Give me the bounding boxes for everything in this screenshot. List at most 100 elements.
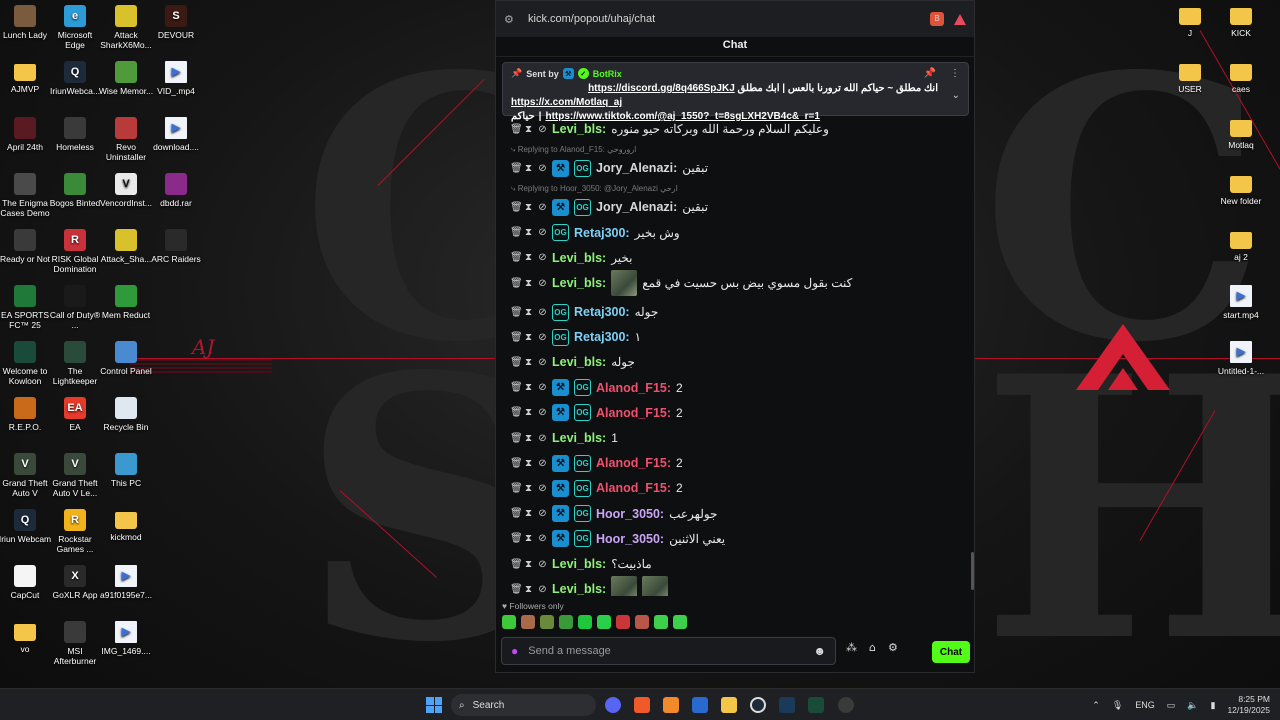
emote-quick[interactable] [673,615,687,629]
desktop-icon[interactable]: e Microsoft Edge [47,5,103,50]
outlook-icon[interactable] [692,697,708,713]
username[interactable]: Retaj300: [574,226,630,240]
desktop-icon[interactable]: Lunch Lady [0,5,53,40]
desktop-icon[interactable]: aj 2 [1213,229,1269,262]
unpin-icon[interactable]: 📌 [924,68,936,79]
emote-quick[interactable] [597,615,611,629]
delete-icon[interactable]: 🗑 [510,559,523,570]
chevron-down-icon[interactable]: ⌄ [952,90,960,101]
desktop-icon[interactable]: ▶ IMG_1469.... [98,621,154,656]
emoji-icon[interactable]: ☻ [813,644,826,658]
timeout-icon[interactable]: ⧗ [524,508,533,519]
desktop-icon[interactable]: ▶ download.... [148,117,204,152]
username[interactable]: Alanod_F15: [596,456,671,470]
desktop-icon[interactable]: Call of Duty® ... [47,285,103,330]
ban-icon[interactable]: ⊘ [538,382,547,393]
ban-icon[interactable]: ⊘ [538,227,547,238]
language-indicator[interactable]: ENG [1135,700,1155,710]
desktop-icon[interactable]: R Rockstar Games ... [47,509,103,554]
delete-icon[interactable]: 🗑 [510,584,523,595]
iriun-icon[interactable] [750,697,766,713]
discord-link[interactable]: https://discord.gg/8q466SpJKJ [588,83,735,94]
microphone-icon[interactable]: 🎙 [1112,700,1123,711]
desktop-icon[interactable]: Q Iriun Webcam [0,509,53,544]
chat-message[interactable]: 🗑 ⧗ ⊘ ⚒ OG Alanod_F15: 2 [510,452,683,474]
desktop-icon[interactable]: V VencordInst... [98,173,154,208]
ban-icon[interactable]: ⊘ [538,202,547,213]
windows-start-icon[interactable] [426,697,442,713]
chevron-up-icon[interactable]: ⌃ [1092,700,1100,711]
kicks-icon[interactable]: ⁂ [846,641,857,654]
desktop-icon[interactable]: R RISK Global Domination [47,229,103,274]
delete-icon[interactable]: 🗑 [510,202,523,213]
timeout-icon[interactable]: ⧗ [524,332,533,343]
desktop-icon[interactable]: dbdd.rar [148,173,204,208]
desktop-icon[interactable]: New folder [1213,173,1269,206]
network-icon[interactable]: ▭ [1167,700,1176,711]
desktop-icon[interactable]: Revo Uninstaller [98,117,154,162]
brave-rewards-icon[interactable] [954,13,966,25]
chat-message[interactable]: 🗑 ⧗ ⊘ ⚒ OG Jory_Alenazi: تبقين [510,196,708,218]
goxlr-icon[interactable] [808,697,824,713]
username[interactable]: Alanod_F15: [596,406,671,420]
username[interactable]: Hoor_3050: [596,532,664,546]
timeout-icon[interactable]: ⧗ [524,584,533,595]
ban-icon[interactable]: ⊘ [538,483,547,494]
desktop-icon[interactable]: ▶ a91f0195e7... [98,565,154,600]
site-settings-icon[interactable]: ⚙ [504,13,518,26]
chat-message[interactable]: 🗑 ⧗ ⊘ Levi_bls: 1 [510,427,618,449]
ban-icon[interactable]: ⊘ [538,252,547,263]
battery-icon[interactable]: ▮ [1211,700,1216,711]
ban-icon[interactable]: ⊘ [538,332,547,343]
ban-icon[interactable]: ⊘ [538,433,547,444]
timeout-icon[interactable]: ⧗ [524,357,533,368]
delete-icon[interactable]: 🗑 [510,227,523,238]
delete-icon[interactable]: 🗑 [510,407,523,418]
desktop-icon[interactable]: V Grand Theft Auto V Le... [47,453,103,498]
send-chat-button[interactable]: Chat [932,641,970,663]
chat-message[interactable]: 🗑 ⧗ ⊘ OG Retaj300: ١ [510,326,641,348]
desktop-icon[interactable]: vo [0,621,53,654]
desktop-icon[interactable]: Attack SharkX6Mo... [98,5,154,50]
desktop-icon[interactable]: This PC [98,453,154,488]
desktop-icon[interactable]: Q IriunWebca... [47,61,103,96]
chat-message[interactable]: 🗑 ⧗ ⊘ Levi_bls: جوله [510,351,635,373]
desktop-icon[interactable]: Motlaq [1213,117,1269,150]
delete-icon[interactable]: 🗑 [510,163,523,174]
username[interactable]: Levi_bls: [552,251,606,265]
settings-gear-icon[interactable]: ⚙ [888,641,898,654]
chat-message[interactable]: 🗑 ⧗ ⊘ ⚒ OG Hoor_3050: يعني الاثنين [510,528,725,550]
emote-quick[interactable] [559,615,573,629]
timeout-icon[interactable]: ⧗ [524,483,533,494]
timeout-icon[interactable]: ⧗ [524,163,533,174]
username[interactable]: Levi_bls: [552,582,606,596]
desktop-icon[interactable]: V Grand Theft Auto V [0,453,53,498]
timeout-icon[interactable]: ⧗ [524,458,533,469]
delete-icon[interactable]: 🗑 [510,483,523,494]
chat-message[interactable]: 🗑 ⧗ ⊘ OG Retaj300: جوله [510,301,658,323]
desktop-icon[interactable]: ▶ start.mp4 [1213,285,1269,320]
desktop-icon[interactable]: April 24th [0,117,53,152]
desktop-icon[interactable]: MSI Afterburner [47,621,103,666]
ban-icon[interactable]: ⊘ [538,533,547,544]
chat-message[interactable]: 🗑 ⧗ ⊘ ⚒ OG Alanod_F15: 2 [510,477,683,499]
emote-quick[interactable] [635,615,649,629]
username[interactable]: Jory_Alenazi: [596,161,677,175]
brave-icon[interactable] [634,697,650,713]
username[interactable]: Levi_bls: [552,557,606,571]
taskbar-search[interactable]: ⌕ Search [451,694,596,716]
desktop-icon[interactable]: CapCut [0,565,53,600]
ban-icon[interactable]: ⊘ [538,163,547,174]
delete-icon[interactable]: 🗑 [510,433,523,444]
desktop-icon[interactable]: R.E.P.O. [0,397,53,432]
desktop-icon[interactable]: Ready or Not [0,229,53,264]
ban-icon[interactable]: ⊘ [538,124,547,135]
delete-icon[interactable]: 🗑 [510,508,523,519]
desktop-icon[interactable]: Attack_Sha... [98,229,154,264]
chat-message[interactable]: 🗑 ⧗ ⊘ Levi_bls: [510,576,669,596]
chat-message[interactable]: 🗑 ⧗ ⊘ Levi_bls: كنت بقول مسوي بيض بس حسيت في… [510,270,852,296]
username[interactable]: Jory_Alenazi: [596,200,677,214]
delete-icon[interactable]: 🗑 [510,124,523,135]
desktop-icon[interactable]: Mem Reduct [98,285,154,320]
volume-icon[interactable]: 🔈 [1187,700,1198,711]
